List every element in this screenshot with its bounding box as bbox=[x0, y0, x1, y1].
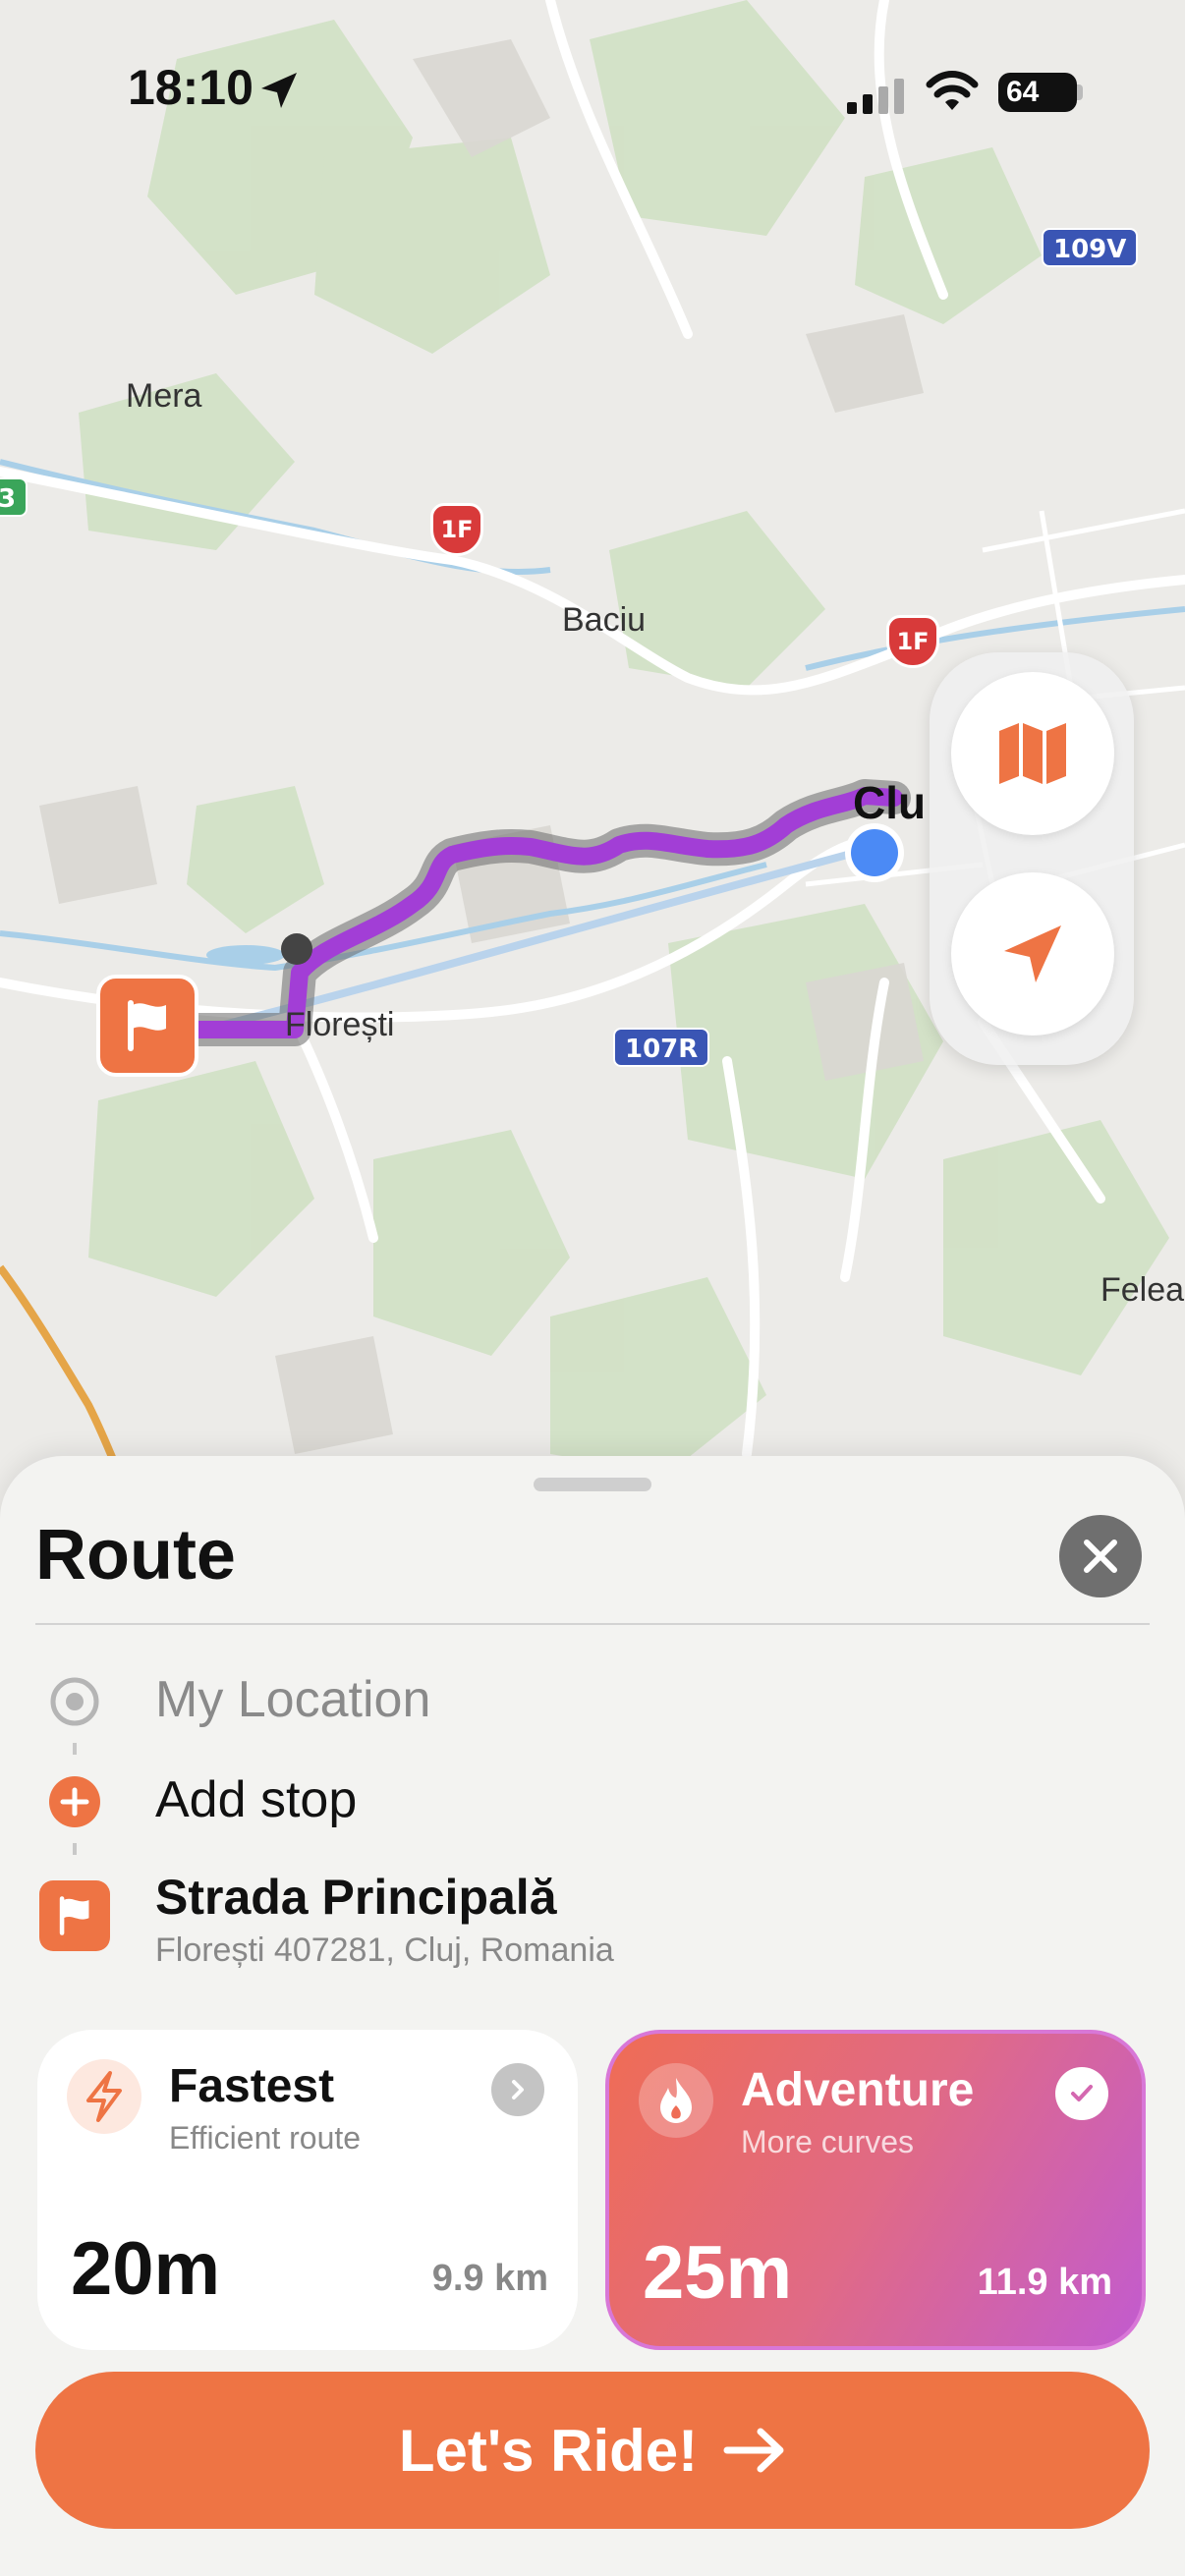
place-label-mera: Mera bbox=[126, 377, 202, 415]
navigation-arrow-icon bbox=[1004, 925, 1061, 982]
road-shield-109v: 109V bbox=[1042, 228, 1139, 267]
status-bar: 18:10 64 bbox=[0, 59, 1185, 128]
close-icon bbox=[1084, 1540, 1117, 1573]
chevron-right-icon bbox=[512, 2080, 524, 2100]
close-button[interactable] bbox=[1059, 1515, 1142, 1597]
road-shield-1f: 1F bbox=[430, 503, 483, 556]
map-view[interactable]: Mera Baciu Clu Florești Felea 109V 1F 1F… bbox=[0, 0, 1185, 1493]
route-option-icon bbox=[639, 2063, 713, 2138]
lightning-icon bbox=[86, 2071, 122, 2122]
route-option-time: 25m bbox=[643, 2231, 793, 2315]
recenter-location-button[interactable] bbox=[951, 872, 1114, 1036]
add-stop-label: Add stop bbox=[155, 1771, 358, 1828]
flag-icon bbox=[59, 1896, 89, 1935]
map-icon bbox=[999, 723, 1066, 784]
start-ride-button[interactable]: Let's Ride! bbox=[35, 2372, 1150, 2529]
battery-indicator: 64 bbox=[998, 73, 1077, 112]
road-shield-107r: 107R bbox=[613, 1028, 710, 1067]
route-option-fastest[interactable]: Fastest Efficient route 20m 9.9 km bbox=[37, 2030, 578, 2350]
cellular-signal-icon bbox=[847, 79, 904, 114]
destination-address: Florești 407281, Cluj, Romania bbox=[155, 1932, 614, 1969]
route-option-subtitle: Efficient route bbox=[169, 2120, 362, 2156]
route-sheet: Route My Location Add stop Strada Princi… bbox=[0, 1456, 1185, 2576]
place-label-felea: Felea bbox=[1100, 1271, 1185, 1309]
place-label-cluj: Clu bbox=[853, 777, 927, 828]
origin-label: My Location bbox=[155, 1671, 431, 1728]
route-option-distance: 11.9 km bbox=[977, 2262, 1112, 2303]
route-option-title: Adventure bbox=[741, 2064, 975, 2116]
route-connector bbox=[73, 1743, 77, 1764]
place-label-floresti: Florești bbox=[285, 1006, 395, 1043]
sheet-grabber[interactable] bbox=[534, 1478, 651, 1491]
route-option-adventure[interactable]: Adventure More curves 25m 11.9 km bbox=[605, 2030, 1146, 2350]
status-time: 18:10 bbox=[128, 60, 254, 115]
route-connector bbox=[73, 1843, 77, 1865]
origin-row[interactable]: My Location bbox=[35, 1666, 1150, 1735]
route-option-time: 20m bbox=[71, 2227, 221, 2311]
route-option-title: Fastest bbox=[169, 2060, 335, 2112]
wifi-icon bbox=[926, 71, 979, 110]
destination-name: Strada Principală bbox=[155, 1870, 557, 1925]
checkmark-icon bbox=[1071, 2085, 1093, 2101]
battery-cap bbox=[1077, 84, 1083, 100]
destination-flag bbox=[39, 1880, 110, 1951]
flag-icon bbox=[128, 1000, 166, 1051]
place-label-baciu: Baciu bbox=[562, 601, 647, 639]
start-ride-label: Let's Ride! bbox=[398, 2417, 699, 2484]
route-option-icon bbox=[67, 2059, 141, 2134]
origin-dot-icon bbox=[50, 1677, 99, 1726]
road-shield-1f: 1F bbox=[886, 615, 939, 668]
map-style-button[interactable] bbox=[951, 672, 1114, 835]
route-details-button[interactable] bbox=[491, 2063, 544, 2116]
page-title: Route bbox=[35, 1516, 236, 1595]
map-controls bbox=[930, 652, 1134, 1065]
location-arrow-icon bbox=[261, 73, 297, 108]
destination-marker[interactable] bbox=[96, 975, 198, 1077]
add-icon bbox=[49, 1776, 100, 1827]
destination-row[interactable]: Strada Principală Florești 407281, Cluj,… bbox=[35, 1869, 1150, 1977]
route-option-distance: 9.9 km bbox=[431, 2258, 548, 2299]
add-stop-row[interactable]: Add stop bbox=[35, 1766, 1150, 1835]
selected-check-badge bbox=[1055, 2067, 1108, 2120]
road-shield-3: 3 bbox=[0, 477, 28, 517]
divider bbox=[35, 1623, 1150, 1625]
flame-icon bbox=[660, 2078, 692, 2123]
arrow-right-icon bbox=[723, 2428, 784, 2473]
route-option-subtitle: More curves bbox=[741, 2124, 915, 2159]
